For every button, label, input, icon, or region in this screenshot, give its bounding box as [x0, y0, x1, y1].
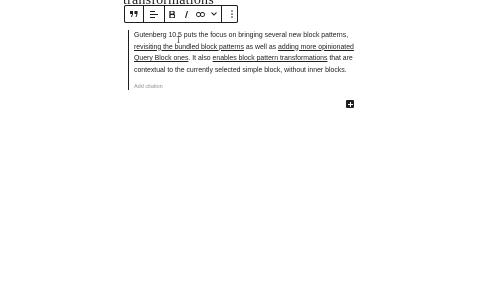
text-cursor-icon: [177, 36, 180, 43]
bold-button[interactable]: [165, 6, 179, 22]
quote-text-3: . It also: [188, 55, 213, 62]
format-group: [165, 6, 222, 22]
quote-block[interactable]: Gutenberg 10.5 puts the focus on bringin…: [128, 30, 354, 90]
quote-icon: [130, 11, 138, 17]
bold-icon: [169, 10, 175, 18]
more-formats-button[interactable]: [207, 6, 221, 22]
quote-text-1: Gutenberg 10.5 puts the focus on bringin…: [134, 32, 349, 39]
chevron-down-icon: [211, 12, 217, 16]
block-toolbar: [124, 5, 238, 23]
quote-block-button[interactable]: [125, 6, 143, 22]
quote-text-2: as well as: [243, 43, 279, 51]
align-button[interactable]: [144, 6, 164, 22]
plus-icon: [347, 101, 353, 107]
italic-button[interactable]: [179, 6, 193, 22]
link-icon: [195, 11, 205, 17]
more-options-icon: [231, 10, 233, 18]
link-button[interactable]: [193, 6, 207, 22]
align-icon: [150, 10, 158, 18]
options-group: [222, 6, 242, 22]
citation-placeholder[interactable]: Add citation: [134, 84, 354, 90]
alignment-group: [144, 6, 165, 22]
link-pattern-transformations[interactable]: enables block pattern transformations: [213, 55, 328, 62]
add-block-button[interactable]: [346, 100, 354, 108]
block-type-group: [125, 6, 144, 22]
options-button[interactable]: [222, 6, 242, 22]
link-revisiting-patterns[interactable]: revisiting the bundled block patterns: [134, 44, 244, 51]
italic-icon: [184, 10, 188, 18]
quote-paragraph[interactable]: Gutenberg 10.5 puts the focus on bringin…: [134, 30, 354, 76]
